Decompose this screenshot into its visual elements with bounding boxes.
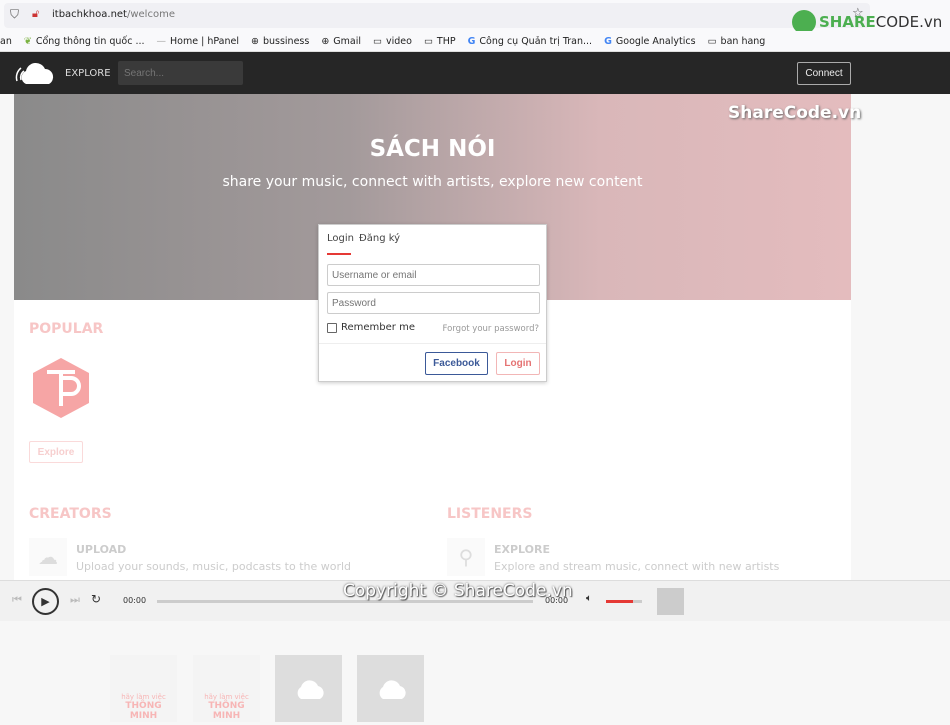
- bookmark[interactable]: ⊕ bussiness: [251, 36, 309, 47]
- track-thumb-tp-logo[interactable]: [31, 356, 91, 420]
- audio-player: ⏮ ▶ ⏭ ↻ 00:00 00:00 🔈︎ Copyright © Share…: [0, 580, 950, 621]
- folder-icon: ▭: [423, 35, 433, 47]
- login-submit-button[interactable]: Login: [496, 352, 540, 375]
- cloud-icon: [297, 680, 324, 699]
- insecure-lock-icon: 🔓︎: [32, 7, 40, 20]
- current-time: 00:00: [123, 596, 147, 605]
- url-path: /welcome: [126, 9, 175, 20]
- facebook-login-button[interactable]: Facebook: [425, 352, 488, 375]
- bookmark[interactable]: ❦ Cổng thông tin quốc ...: [24, 36, 145, 47]
- leaf-icon: ❦: [23, 35, 32, 47]
- shield-icon: ⛉: [10, 7, 20, 21]
- track-artwork: [657, 588, 684, 615]
- cloud-logo-icon[interactable]: [12, 60, 56, 86]
- track-thumb-placeholder[interactable]: [275, 655, 342, 722]
- explore-title: EXPLORE: [494, 543, 551, 556]
- divider: [319, 343, 546, 344]
- upload-desc: Upload your sounds, music, podcasts to t…: [76, 560, 352, 573]
- play-icon[interactable]: ▶: [32, 588, 59, 615]
- bookmark[interactable]: — Home | hPanel: [157, 36, 239, 47]
- listeners-title: LISTENERS: [447, 506, 533, 522]
- globe-icon: ⊕: [321, 35, 330, 47]
- repeat-icon[interactable]: ↻: [91, 592, 101, 606]
- dash-icon: —: [156, 35, 167, 47]
- copyright-watermark: Copyright © ShareCode.vn: [343, 581, 573, 601]
- connect-button[interactable]: Connect: [797, 62, 851, 85]
- search-magnifier-icon: ⚲: [447, 538, 485, 576]
- active-tab-indicator: [327, 253, 351, 255]
- login-panel: Login Đăng ký Remember me Forgot your pa…: [318, 224, 547, 382]
- next-icon[interactable]: ⏭: [70, 593, 80, 607]
- bookmark[interactable]: ▭ THP: [424, 36, 456, 47]
- browser-toolbar: ⛉ 🔓︎ itbachkhoa.net/welcome ☆ SHARECODE.…: [0, 0, 950, 34]
- volume-slider[interactable]: [606, 600, 642, 603]
- remember-label: Remember me: [341, 322, 415, 333]
- track-thumb-book[interactable]: hãy làm việc THÔNG MINH: [110, 655, 177, 722]
- explore-desc: Explore and stream music, connect with n…: [494, 560, 780, 573]
- creators-title: CREATORS: [29, 506, 112, 522]
- volume-icon[interactable]: 🔈︎: [586, 593, 592, 604]
- tab-login[interactable]: Login: [327, 233, 354, 244]
- search-input[interactable]: [118, 61, 243, 85]
- bookmark[interactable]: an: [0, 36, 12, 47]
- url-bar[interactable]: ⛉ 🔓︎ itbachkhoa.net/welcome ☆: [4, 3, 870, 28]
- hero-title: SÁCH NÓI: [369, 136, 496, 162]
- bookmark[interactable]: ⊕ Gmail: [321, 36, 361, 47]
- previous-icon[interactable]: ⏮: [12, 593, 22, 607]
- upload-cloud-icon: ☁: [29, 538, 67, 576]
- bookmark[interactable]: G Công cụ Quản trị Tran...: [468, 36, 592, 47]
- upload-title: UPLOAD: [76, 543, 127, 556]
- google-icon: G: [604, 35, 612, 47]
- watermark-corner: ShareCode.vn: [728, 103, 862, 123]
- remember-checkbox[interactable]: [327, 323, 337, 333]
- cloud-icon: [379, 680, 406, 699]
- explore-button[interactable]: Explore: [29, 441, 83, 463]
- bookmark[interactable]: G Google Analytics: [604, 36, 695, 47]
- nav-explore-link[interactable]: EXPLORE: [65, 68, 111, 79]
- folder-icon: ▭: [373, 35, 382, 47]
- forgot-password-link[interactable]: Forgot your password?: [443, 324, 539, 334]
- hero-subtitle: share your music, connect with artists, …: [222, 174, 643, 190]
- bookmark[interactable]: ▭ video: [373, 36, 412, 47]
- username-input[interactable]: [327, 264, 540, 286]
- tab-register[interactable]: Đăng ký: [359, 233, 400, 244]
- url-host: itbachkhoa.net: [52, 9, 127, 20]
- google-icon: G: [467, 35, 476, 47]
- bookmark[interactable]: ▭ ban hang: [708, 36, 766, 47]
- folder-icon: ▭: [707, 35, 717, 47]
- popular-title: POPULAR: [29, 321, 104, 337]
- globe-icon: ⊕: [250, 35, 259, 47]
- track-thumb-book[interactable]: hãy làm việc THÔNG MINH: [193, 655, 260, 722]
- track-thumb-placeholder[interactable]: [357, 655, 424, 722]
- password-input[interactable]: [327, 292, 540, 314]
- bookmarks-bar: an ❦ Cổng thông tin quốc ... — Home | hPan…: [0, 31, 950, 52]
